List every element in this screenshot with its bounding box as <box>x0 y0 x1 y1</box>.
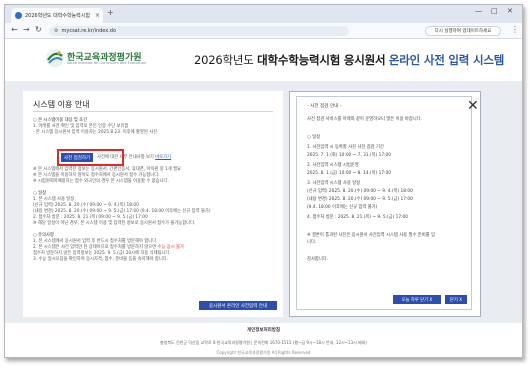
footer-address: 충청북도 진천군 덕산읍 교학로 8 한국교육과정평가원 | 문의전화 1670… <box>160 340 367 345</box>
popup-line: ○ 일정 <box>307 135 321 140</box>
popup-line: 2. 사전입력 시스템 시범운영 <box>307 163 359 168</box>
url-input[interactable]: ⚙ mycsat.re.kr/index.do <box>49 26 349 36</box>
browser-window: 2026학년도 대학수학능력시험 × + — □ ✕ ← → ↻ ⚙ mycsa… <box>4 4 523 358</box>
popup-line: (내용 변경) 2025. 8. 20.(수) 09:00 ~ 9. 5.(금)… <box>307 197 413 202</box>
notice-line: ※ 해당 일정이 아닌 경우, 본 시스템 이용 및 입력된 정보로 응시원서 … <box>33 221 196 226</box>
warning-text: 수능 응시 불가 <box>157 245 184 250</box>
divider <box>33 111 273 112</box>
popup-line: 사전 점검 서비스를 아래와 같이 운영하오니 많은 이용 바랍니다. <box>307 117 423 122</box>
page-title: 2026학년도 대학수학능력시험 응시원서 온라인 사전 입력 시스템 <box>194 52 504 68</box>
content-area: 시스템 이용 안내 ○ 본 시스템이용 대상 및 조건 1. 아래를 사전 확인… <box>5 81 522 323</box>
logo-subtitle: Korea Institute for Curriculum and Evalu… <box>67 61 147 65</box>
browser-menu-icon[interactable]: ⋮ <box>511 25 519 34</box>
title-year: 2026학년도 <box>194 53 254 67</box>
notice-line-text: 2. 본 시스템은 사전 입력만 된 상태이므로 접수처를 방문하지 않으면 <box>33 245 157 250</box>
notice-line: 3. 수능 일시오답을 확인하여 응시자격, 접수, 준비물 등을 숙지해야 합… <box>33 257 169 262</box>
pre-check-popup: - 사전 점검 안내 - ✕ 사전 점검 서비스를 아래와 같이 운영하오니 많… <box>289 91 481 317</box>
kice-logo-icon[interactable] <box>45 48 65 68</box>
panel-title: 시스템 이용 안내 <box>33 100 90 109</box>
new-tab-icon[interactable]: + <box>107 8 114 17</box>
popup-line: 2025. 8. 1.(금) 10:00 ~ 8. 14.(목) 17:00 <box>307 171 391 176</box>
back-icon[interactable]: ← <box>11 25 18 34</box>
popup-line: 1. 사전입력 시 등록할 사진 사전 점검 기간 <box>307 145 384 150</box>
popup-line: 4. 접수처 방문 : 2025. 8. 21.(목) ~ 9. 5.(금) 1… <box>307 215 408 220</box>
popup-title: - 사전 점검 안내 - <box>307 104 342 109</box>
privacy-policy-link[interactable]: 개인정보처리방침 <box>5 327 522 333</box>
relaunch-update-button[interactable]: 다시 실행하여 업데이트하세요 <box>425 26 501 36</box>
popup-line: 2025. 7. 1.(화) 10:00 ~ 7. 31.(목) 17:00 <box>307 153 391 158</box>
popup-line: (신규 입력) 2025. 8. 20.(수) 09:00 ~ 9. 4.(목)… <box>307 189 413 194</box>
notice-line: - 본 시스템 응시원서 입력 이용자는 2025.8.23. 이후에 촬영된 … <box>33 130 158 135</box>
pre-check-button[interactable]: 사전 점검하기 <box>61 153 93 162</box>
url-text: mycsat.re.kr/index.do <box>61 28 117 34</box>
minimize-icon[interactable]: — <box>475 7 482 15</box>
online-preentry-guide-button[interactable]: 응시원서 온라인 사전입력 안내 <box>199 301 277 310</box>
footer-copyright: Copyright 한국교육과정평가원 All Rights Reserved <box>216 350 311 355</box>
reload-icon[interactable]: ↻ <box>35 25 42 34</box>
address-bar: ← → ↻ ⚙ mycsat.re.kr/index.do 다시 실행하여 업데… <box>5 23 522 39</box>
popup-line: ※ 결론이 통과된 사진은 응시원서 사전입력 시스템 사용 필수 준비를 입 <box>307 233 435 238</box>
close-button[interactable]: 닫기 X <box>445 295 467 304</box>
site-footer: 개인정보처리방침 충청북도 진천군 덕산읍 교학로 8 한국교육과정평가원 | … <box>5 323 522 357</box>
popup-line: (9.4. 18:00 이후에는 신규 입력 불가) <box>307 205 378 210</box>
details-link[interactable]: 바로가기 <box>155 155 171 160</box>
tab-title: 2026학년도 대학수학능력시험 <box>25 13 90 19</box>
title-accent: 온라인 사전 입력 시스템 <box>388 53 505 67</box>
site-favicon-icon <box>15 12 22 19</box>
tab-close-icon[interactable]: × <box>95 12 100 19</box>
popup-line: 3. 사전입력 시스템 사용 일정 <box>307 181 361 186</box>
site-info-icon[interactable]: ⚙ <box>54 28 58 34</box>
maximize-icon[interactable]: □ <box>491 7 498 15</box>
tab-strip: 2026학년도 대학수학능력시험 × + — □ ✕ <box>5 5 522 23</box>
today-close-button[interactable]: 오늘 하루 닫기 X <box>393 295 441 304</box>
system-guide-panel: 시스템 이용 안내 ○ 본 시스템이용 대상 및 조건 1. 아래를 사전 확인… <box>23 91 283 317</box>
popup-line: 감사합니다. <box>307 257 329 262</box>
forward-icon[interactable]: → <box>23 25 30 34</box>
popup-line: 니다. <box>307 240 317 245</box>
title-main: 대학수학능력시험 응시원서 <box>257 53 386 67</box>
notice-line: ※ 시험원회복예정자는 접수 외국인의 경우 본 시스템을 이용할 수 없습니다… <box>33 179 169 184</box>
close-icon[interactable]: ✕ <box>467 99 479 113</box>
popup-content-box: - 사전 점검 안내 - ✕ 사전 점검 서비스를 아래와 같이 운영하오니 많… <box>296 96 479 310</box>
browser-tab[interactable]: 2026학년도 대학수학능력시험 × <box>11 8 103 23</box>
close-window-icon[interactable]: ✕ <box>507 7 513 15</box>
